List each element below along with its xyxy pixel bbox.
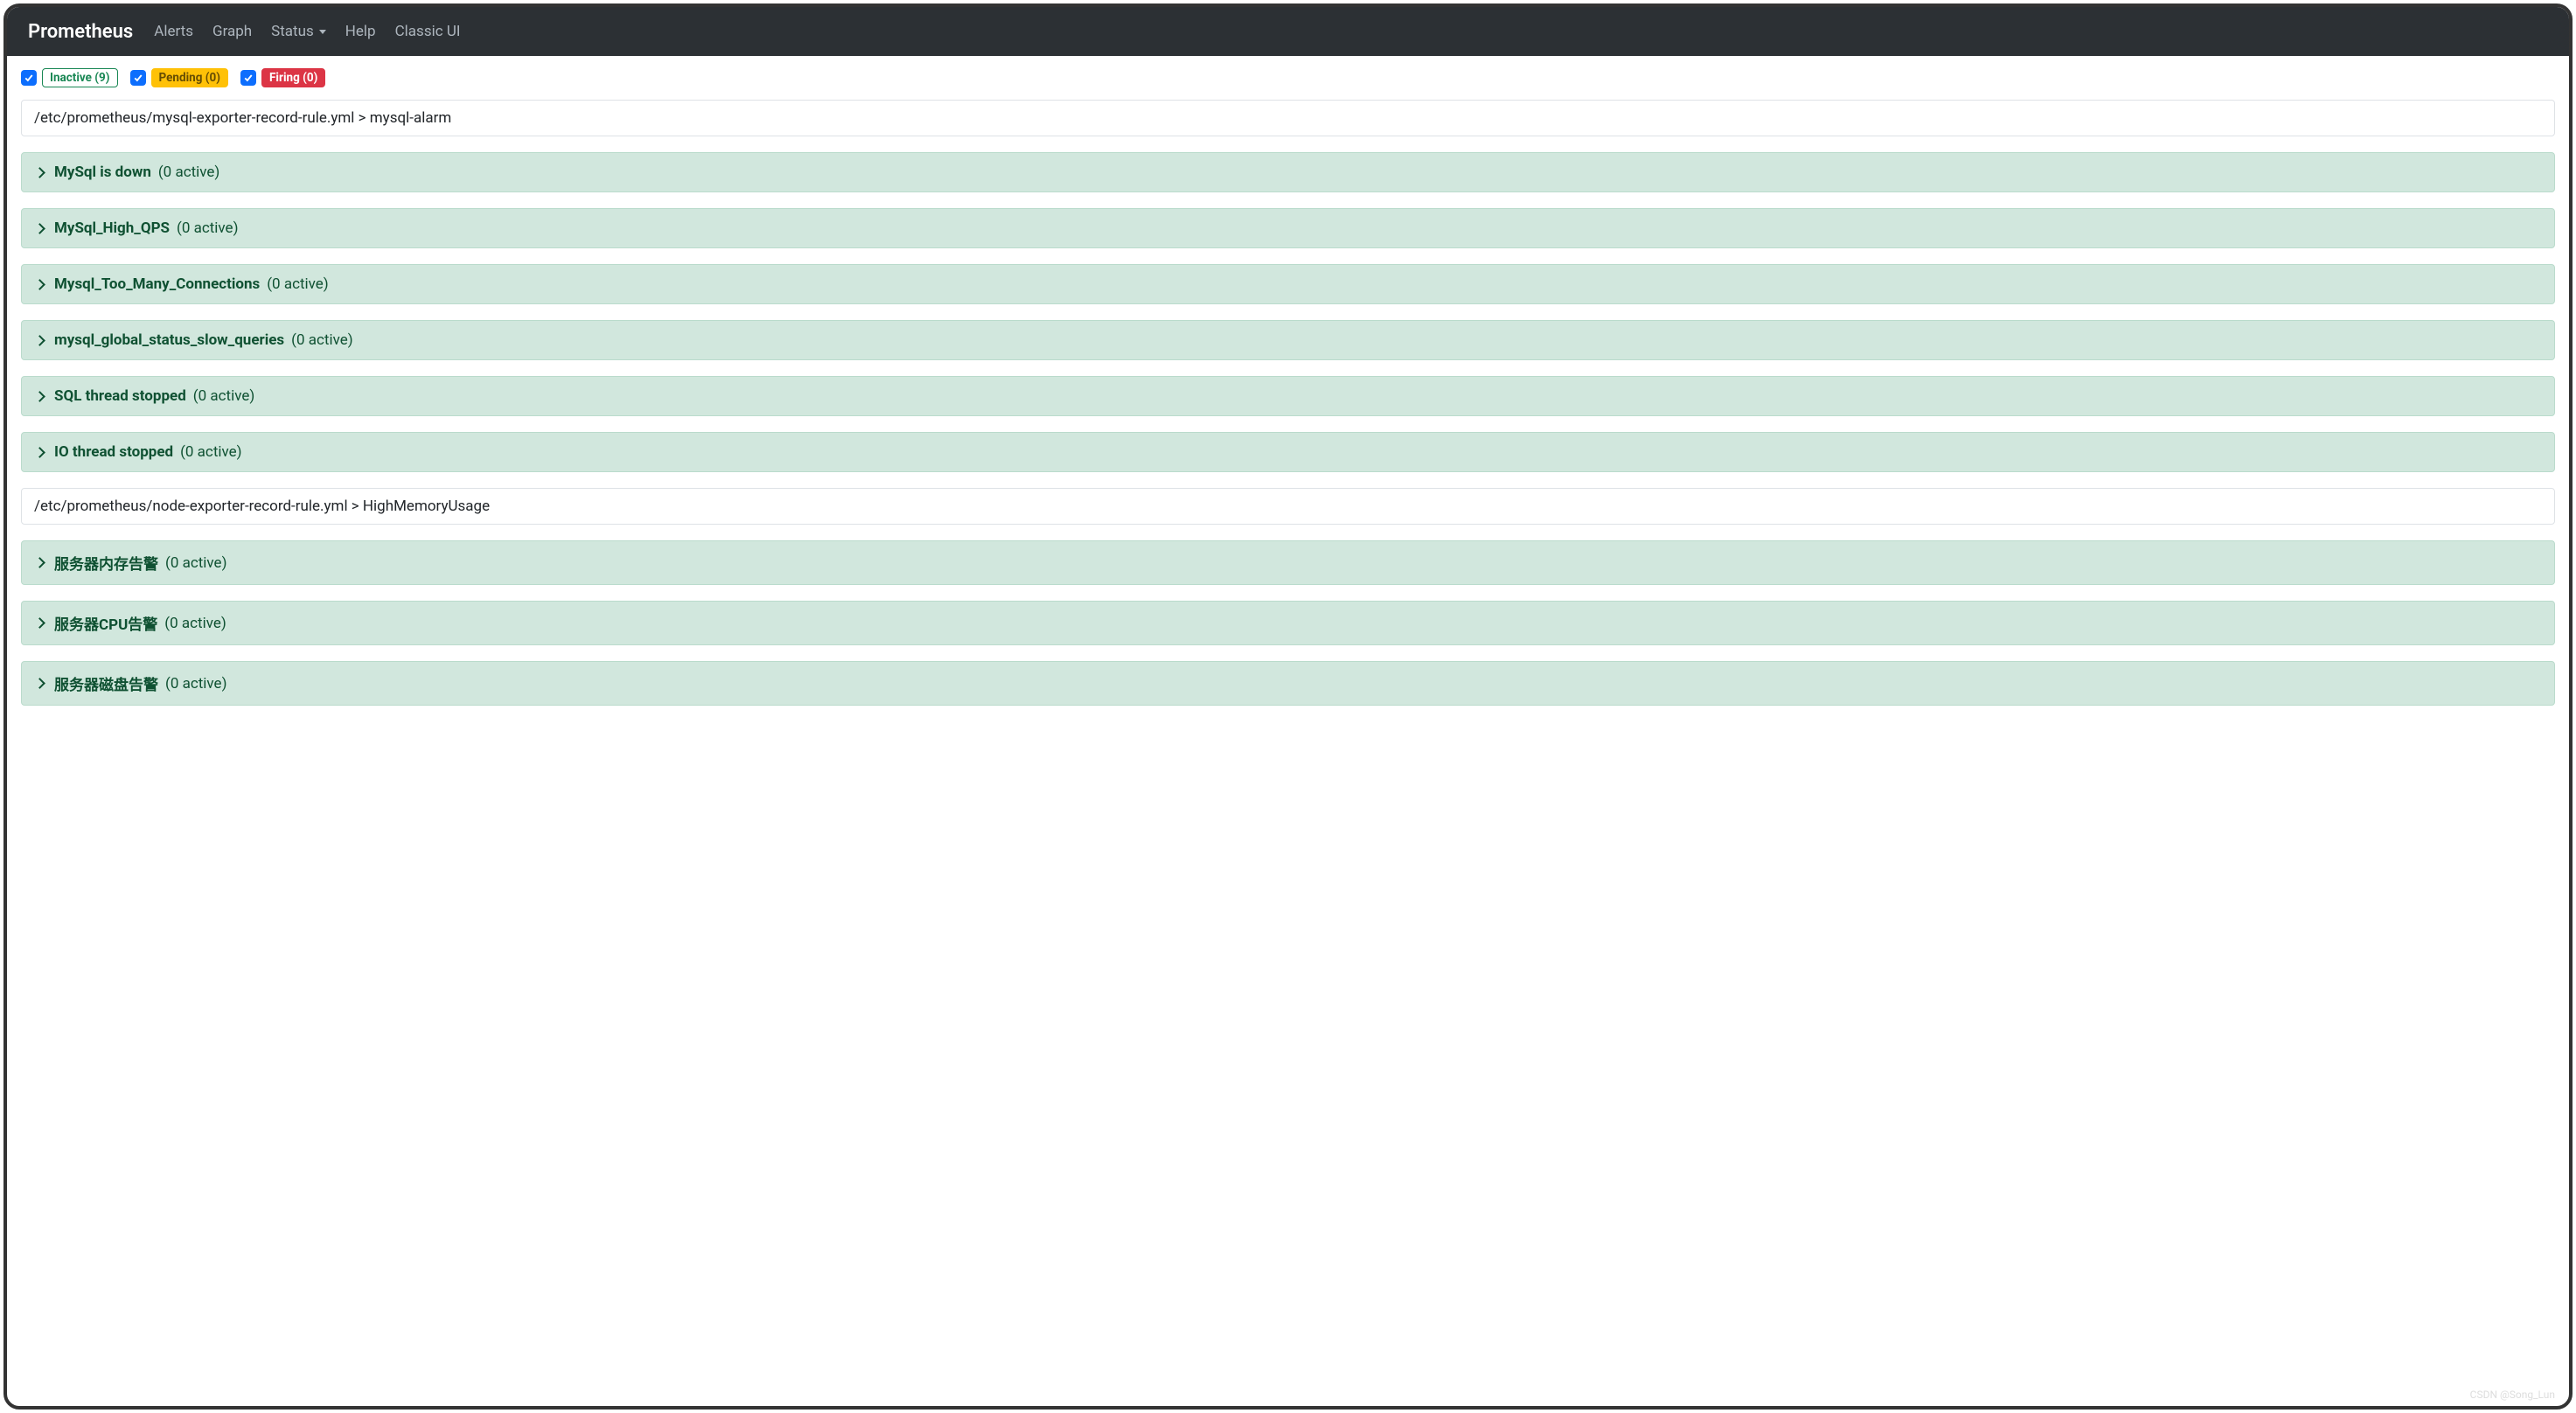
rule-name: 服务器CPU告警 (54, 612, 157, 634)
filter-bar: Inactive (9) Pending (0) Firing (0) (21, 68, 2555, 87)
brand[interactable]: Prometheus (28, 21, 133, 43)
rule-active-count: (0 active) (158, 164, 220, 181)
nav-classic-ui[interactable]: Classic UI (395, 23, 461, 40)
rule-item[interactable]: 服务器磁盘告警 (0 active) (21, 661, 2555, 706)
chevron-right-icon (34, 447, 45, 458)
rule-active-count: (0 active) (291, 331, 353, 349)
rule-active-count: (0 active) (177, 219, 239, 237)
nav-alerts[interactable]: Alerts (154, 23, 193, 40)
rule-name: MySql is down (54, 164, 151, 181)
badge-inactive[interactable]: Inactive (9) (42, 68, 118, 87)
check-icon (24, 73, 34, 83)
rule-name: MySql_High_QPS (54, 219, 170, 237)
filter-inactive: Inactive (9) (21, 68, 118, 87)
checkbox-pending[interactable] (130, 70, 146, 86)
nav-graph[interactable]: Graph (212, 23, 252, 40)
rule-group-header[interactable]: /etc/prometheus/node-exporter-record-rul… (21, 488, 2555, 525)
filter-firing: Firing (0) (240, 68, 325, 87)
chevron-right-icon (34, 391, 45, 402)
chevron-right-icon (34, 678, 45, 689)
rule-item[interactable]: MySql is down (0 active) (21, 152, 2555, 192)
nav-status[interactable]: Status (271, 23, 326, 40)
badge-firing[interactable]: Firing (0) (261, 68, 325, 87)
rule-item[interactable]: MySql_High_QPS (0 active) (21, 208, 2555, 248)
rule-item[interactable]: Mysql_Too_Many_Connections (0 active) (21, 264, 2555, 304)
nav-status-label: Status (271, 23, 314, 40)
rule-active-count: (0 active) (165, 675, 227, 693)
check-icon (133, 73, 143, 83)
rule-item[interactable]: 服务器CPU告警 (0 active) (21, 601, 2555, 645)
nav-links: Alerts Graph Status Help Classic UI (154, 23, 460, 40)
rule-active-count: (0 active) (180, 443, 242, 461)
rule-item[interactable]: mysql_global_status_slow_queries (0 acti… (21, 320, 2555, 360)
navbar: Prometheus Alerts Graph Status Help Clas… (7, 7, 2569, 56)
rule-group-header[interactable]: /etc/prometheus/mysql-exporter-record-ru… (21, 100, 2555, 136)
chevron-right-icon (34, 279, 45, 290)
rule-name: Mysql_Too_Many_Connections (54, 275, 260, 293)
rule-item[interactable]: IO thread stopped (0 active) (21, 432, 2555, 472)
rule-name: SQL thread stopped (54, 387, 186, 405)
content: Inactive (9) Pending (0) Firing (0) /etc… (7, 56, 2569, 718)
chevron-right-icon (34, 617, 45, 629)
badge-pending[interactable]: Pending (0) (151, 68, 229, 87)
chevron-right-icon (34, 557, 45, 568)
rule-item[interactable]: SQL thread stopped (0 active) (21, 376, 2555, 416)
checkbox-inactive[interactable] (21, 70, 37, 86)
rule-active-count: (0 active) (164, 615, 226, 632)
rule-name: 服务器内存告警 (54, 552, 158, 574)
rule-active-count: (0 active) (267, 275, 329, 293)
rule-name: IO thread stopped (54, 443, 173, 461)
chevron-right-icon (34, 223, 45, 234)
rule-active-count: (0 active) (165, 554, 227, 572)
nav-help[interactable]: Help (345, 23, 376, 40)
caret-down-icon (319, 30, 326, 34)
check-icon (243, 73, 254, 83)
rule-name: mysql_global_status_slow_queries (54, 331, 284, 349)
filter-pending: Pending (0) (130, 68, 229, 87)
checkbox-firing[interactable] (240, 70, 256, 86)
rule-active-count: (0 active) (193, 387, 255, 405)
chevron-right-icon (34, 167, 45, 178)
chevron-right-icon (34, 335, 45, 346)
app-window: Prometheus Alerts Graph Status Help Clas… (3, 3, 2573, 1410)
rule-item[interactable]: 服务器内存告警 (0 active) (21, 540, 2555, 585)
rule-name: 服务器磁盘告警 (54, 672, 158, 694)
